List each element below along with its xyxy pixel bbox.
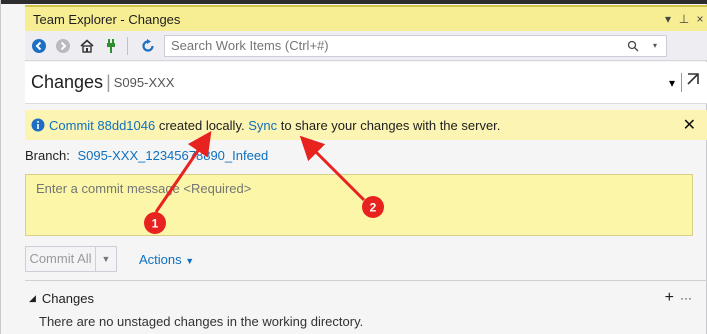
commit-dropdown-icon[interactable]: ▼ [96,254,116,264]
info-icon [31,118,45,132]
info-message: Commit 88dd1046 created locally. Sync to… [49,118,500,133]
commit-id-link[interactable]: 88dd1046 [97,118,155,133]
close-icon[interactable]: × [692,12,707,26]
search-icon[interactable] [622,40,644,52]
commit-message-input[interactable] [26,175,692,235]
forward-icon[interactable] [53,36,73,56]
home-icon[interactable] [77,36,97,56]
toolbar: ▾ [25,31,707,61]
search-input[interactable] [165,37,622,54]
team-explorer-panel: Team Explorer - Changes ▾ ⊥ × ▾ Ch [0,0,707,334]
collapse-icon[interactable]: ◢ [29,293,36,304]
commit-all-label: Commit All [26,247,96,271]
toolbar-separator [127,36,128,55]
section-divider [25,280,707,281]
changes-section-label: Changes [41,290,94,306]
top-strip [1,0,707,4]
commit-actions-row: Commit All ▼ Actions ▼ [25,246,194,272]
chevron-down-icon[interactable]: ▾ [644,41,666,50]
refresh-icon[interactable] [138,36,158,56]
info-bar: Commit 88dd1046 created locally. Sync to… [25,110,707,140]
info-suffix: to share your changes with the server. [277,117,501,133]
sync-link[interactable]: Sync [248,118,277,133]
branch-label: Branch: [25,148,70,163]
empty-changes-text: There are no unstaged changes in the wor… [39,314,364,329]
plug-icon[interactable] [101,36,121,56]
page-dropdown-icon[interactable]: ▾ [669,76,675,90]
branch-link[interactable]: S095-XXX_12345678890_Infeed [77,148,268,163]
more-icon[interactable]: ··· [680,291,692,305]
back-icon[interactable] [29,36,49,56]
page-header: Changes | S095-XXX ▾ [25,62,707,104]
page-subtitle: S095-XXX [113,75,175,90]
pin-icon[interactable]: ⊥ [676,12,692,26]
undock-icon[interactable] [681,73,700,92]
info-prefix: Commit [49,117,98,133]
info-mid: created locally. [155,117,249,133]
commit-message-box[interactable] [25,174,693,236]
search-work-items[interactable]: ▾ [164,34,667,57]
title-separator: | [106,72,111,92]
changes-section-header[interactable]: ◢ Changes + ··· [25,289,707,307]
close-info-icon[interactable]: ✕ [683,115,696,135]
actions-chevron-icon: ▼ [185,255,195,266]
window-title: Team Explorer - Changes [33,11,181,27]
window-titlebar: Team Explorer - Changes ▾ ⊥ × [25,5,707,31]
commit-all-button[interactable]: Commit All ▼ [25,246,117,272]
branch-row: Branch: S095-XXX_12345678890_Infeed [25,148,268,163]
page-title: Changes [31,72,104,92]
dropdown-icon[interactable]: ▾ [660,12,676,26]
actions-label: Actions [139,251,182,267]
actions-menu[interactable]: Actions ▼ [139,252,194,267]
add-icon[interactable]: + [665,289,674,307]
